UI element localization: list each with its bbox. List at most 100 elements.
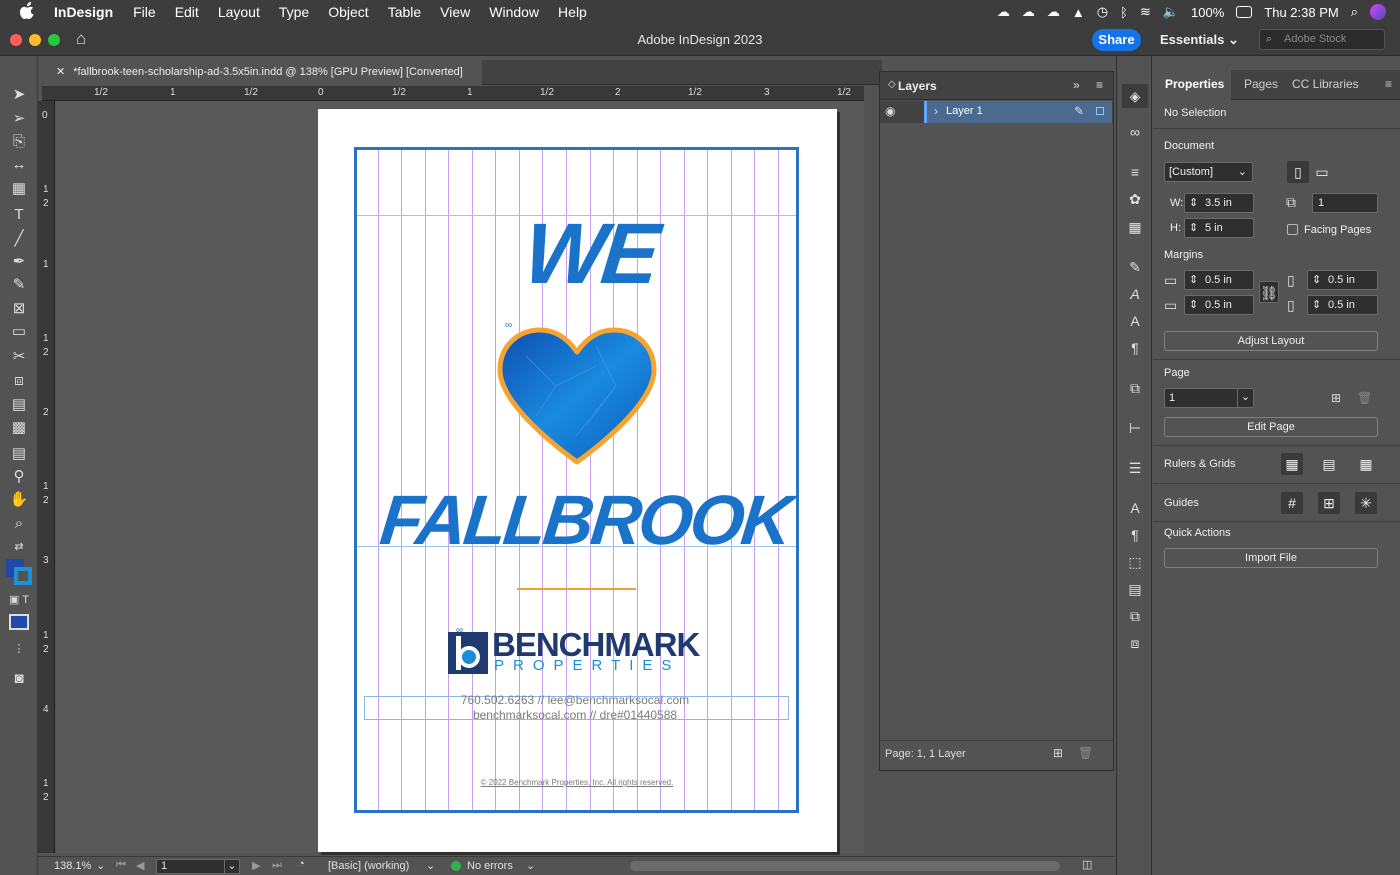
document-grid-icon[interactable]: ▦ bbox=[1355, 453, 1377, 475]
height-field[interactable]: ⇕ 5 in bbox=[1184, 218, 1254, 238]
orange-divider[interactable] bbox=[517, 588, 636, 590]
note-tool-icon[interactable]: ▤ bbox=[9, 445, 29, 463]
baseline-grid-icon[interactable]: ▤ bbox=[1318, 453, 1340, 475]
landscape-orientation-icon[interactable]: ▭ bbox=[1311, 161, 1333, 183]
siri-icon[interactable] bbox=[1370, 4, 1386, 20]
page-select[interactable]: 1 ⌄ bbox=[1164, 388, 1254, 408]
free-transform-tool-icon[interactable]: ⧈ bbox=[9, 372, 29, 390]
benchmark-logo-mark[interactable] bbox=[448, 632, 488, 674]
app-menu[interactable]: InDesign bbox=[54, 4, 113, 20]
paragraph-styles-icon[interactable]: ✎ bbox=[1126, 259, 1144, 275]
tab-pages[interactable]: Pages bbox=[1244, 77, 1278, 91]
preflight-profile[interactable]: [Basic] (working) bbox=[328, 860, 409, 872]
spotlight-icon[interactable]: ⌕ bbox=[1351, 4, 1358, 20]
character-styles-icon[interactable]: A bbox=[1126, 286, 1144, 302]
home-icon[interactable]: ⌂ bbox=[76, 29, 86, 49]
adjust-layout-button[interactable]: Adjust Layout bbox=[1164, 331, 1378, 351]
line-tool-icon[interactable]: ╱ bbox=[9, 230, 29, 248]
stroke-icon[interactable]: ≡ bbox=[1126, 164, 1144, 180]
chevron-down-icon[interactable]: ⌄ bbox=[426, 859, 435, 872]
menu-layout[interactable]: Layout bbox=[218, 4, 260, 20]
rectangle-tool-icon[interactable]: ▭ bbox=[9, 323, 29, 341]
swap-colors-icon[interactable]: ⇄ bbox=[9, 538, 29, 556]
close-tab-icon[interactable]: ✕ bbox=[56, 66, 65, 78]
direct-selection-tool-icon[interactable]: ➢ bbox=[9, 110, 29, 128]
clock[interactable]: Thu 2:38 PM bbox=[1264, 5, 1338, 20]
preflight-errors[interactable]: No errors bbox=[467, 860, 513, 872]
zoom-level[interactable]: 138.1% bbox=[54, 860, 91, 872]
zoom-tool-icon[interactable]: ⌕ bbox=[9, 515, 29, 533]
layer-row[interactable]: ◉ › Layer 1 ✎ bbox=[880, 101, 1113, 123]
vertical-ruler[interactable]: 0 1 2 1 1 2 2 1 2 3 1 2 4 1 2 bbox=[38, 101, 55, 853]
stepper-icon[interactable]: ⇕ bbox=[1312, 271, 1321, 289]
stepper-icon[interactable]: ⇕ bbox=[1189, 296, 1198, 314]
hand-tool-icon[interactable]: ✋ bbox=[9, 491, 29, 509]
chevron-right-icon[interactable]: › bbox=[934, 104, 938, 118]
collapse-panel-icon[interactable]: » bbox=[1073, 78, 1080, 92]
workspace-switcher[interactable]: Essentials ⌄ bbox=[1160, 32, 1239, 48]
margin-outside-field[interactable]: ⇕ 0.5 in bbox=[1307, 295, 1378, 315]
edit-page-button[interactable]: Edit Page bbox=[1164, 417, 1378, 437]
paragraph-icon[interactable]: ¶ bbox=[1126, 340, 1144, 356]
interactive-icon[interactable]: ⧈ bbox=[1126, 635, 1144, 651]
eyedropper-tool-icon[interactable]: ⚲ bbox=[9, 468, 29, 486]
content-collector-icon[interactable]: ▦ bbox=[9, 180, 29, 198]
layer-name[interactable]: Layer 1 bbox=[946, 105, 983, 117]
facing-pages-checkbox[interactable] bbox=[1287, 224, 1298, 235]
cloud-icon[interactable]: ☁ bbox=[1047, 4, 1060, 20]
stepper-icon[interactable]: ⇕ bbox=[1189, 194, 1198, 212]
layers-panel-title[interactable]: Layers bbox=[898, 79, 937, 93]
page-tool-icon[interactable]: ⎘ bbox=[9, 133, 29, 151]
document-preset-select[interactable]: [Custom] ⌄ bbox=[1164, 162, 1253, 182]
trash-icon[interactable]: 🗑 bbox=[1357, 391, 1372, 405]
lock-guides-icon[interactable]: ⊞ bbox=[1318, 492, 1340, 514]
preview-mode-icon[interactable]: ◙ bbox=[9, 670, 29, 688]
text-wrap-icon[interactable]: ☰ bbox=[1126, 460, 1144, 476]
show-guides-icon[interactable]: # bbox=[1281, 492, 1303, 514]
layers-icon[interactable]: ◈ bbox=[1122, 84, 1148, 108]
selection-tool-icon[interactable]: ➤ bbox=[9, 86, 29, 104]
links-icon[interactable]: ∞ bbox=[1126, 124, 1144, 140]
panel-menu-icon[interactable]: ≡ bbox=[1385, 77, 1392, 91]
copyright-text[interactable]: © 2022 Benchmark Properties, Inc. All ri… bbox=[420, 778, 734, 787]
adobe-stock-search[interactable]: ⌕ Adobe Stock bbox=[1259, 29, 1385, 50]
close-window-button[interactable] bbox=[10, 34, 22, 46]
margin-inside-field[interactable]: ⇕ 0.5 in bbox=[1307, 270, 1378, 290]
bluetooth-icon[interactable]: ᛒ bbox=[1120, 5, 1128, 20]
portrait-orientation-icon[interactable]: ▯ bbox=[1287, 161, 1309, 183]
menu-type[interactable]: Type bbox=[279, 4, 309, 20]
wifi-icon[interactable]: ≋ bbox=[1140, 4, 1151, 20]
align-icon[interactable]: ⊢ bbox=[1126, 420, 1144, 436]
horizontal-ruler[interactable]: 1/2 1 1/2 0 1/2 1 1/2 2 1/2 3 1/2 bbox=[42, 86, 864, 101]
menu-file[interactable]: File bbox=[133, 4, 156, 20]
apple-icon[interactable] bbox=[19, 1, 38, 22]
smart-guides-icon[interactable]: ✳ bbox=[1355, 492, 1377, 514]
volume-icon[interactable]: 🔈 bbox=[1163, 4, 1179, 20]
table-icon[interactable]: ▤ bbox=[1126, 581, 1144, 597]
share-button[interactable]: Share bbox=[1092, 29, 1141, 51]
add-page-icon[interactable]: ⊞ bbox=[1331, 391, 1341, 405]
menu-table[interactable]: Table bbox=[388, 4, 421, 20]
gradient-feather-tool-icon[interactable]: ▩ bbox=[9, 419, 29, 437]
trash-icon[interactable]: 🗑 bbox=[1078, 746, 1093, 760]
cloud-icon[interactable]: ☁ bbox=[1022, 4, 1035, 20]
horizontal-scrollbar[interactable] bbox=[630, 861, 1060, 871]
drive-icon[interactable]: ▲ bbox=[1072, 5, 1085, 20]
effects-icon[interactable]: ⬚ bbox=[1126, 554, 1144, 570]
chevron-down-icon[interactable]: ⌄ bbox=[96, 859, 105, 872]
screen-mode-icon[interactable]: ⋮ bbox=[9, 640, 29, 658]
next-page-icon[interactable]: ▶ bbox=[252, 859, 260, 872]
cell-styles-icon[interactable]: ⧉ bbox=[1126, 608, 1144, 624]
chevron-down-icon[interactable]: ⌄ bbox=[526, 859, 535, 872]
apply-color-icon[interactable] bbox=[9, 614, 29, 630]
pencil-tool-icon[interactable]: ✎ bbox=[9, 276, 29, 294]
link-margins-icon[interactable]: ⛓ bbox=[1259, 281, 1279, 303]
menu-window[interactable]: Window bbox=[489, 4, 539, 20]
layer-target-icon[interactable] bbox=[1096, 107, 1104, 115]
headline-we[interactable]: WE bbox=[505, 205, 675, 304]
tab-cc-libraries[interactable]: CC Libraries bbox=[1292, 77, 1359, 91]
stroke-swatch[interactable] bbox=[14, 567, 32, 585]
panel-collapse-icon[interactable]: ◇ bbox=[888, 79, 896, 90]
color-icon[interactable]: ▦ bbox=[1126, 219, 1144, 235]
last-page-icon[interactable]: ⏭ bbox=[272, 859, 282, 872]
